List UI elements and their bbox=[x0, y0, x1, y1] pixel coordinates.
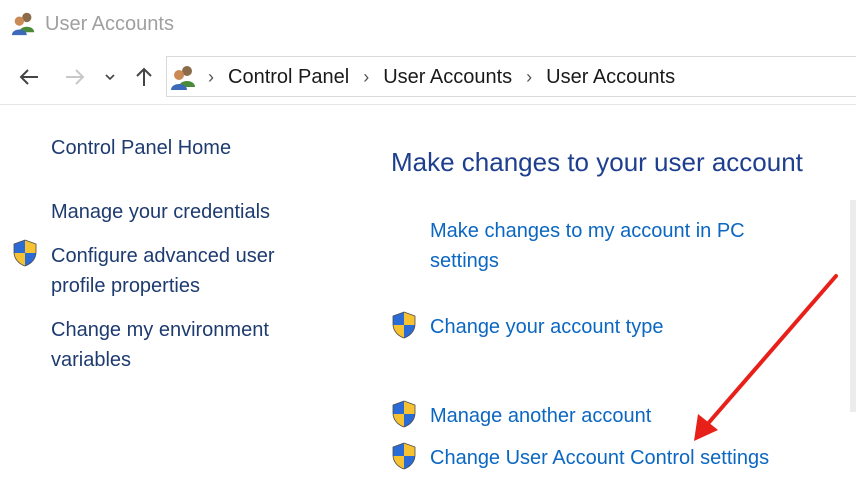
navigation-bar: › Control Panel › User Accounts › User A… bbox=[0, 52, 856, 102]
shield-icon bbox=[391, 442, 417, 470]
user-accounts-icon bbox=[170, 63, 198, 91]
breadcrumb-separator[interactable]: › bbox=[363, 67, 369, 87]
main-content: Make changes to your user account Make c… bbox=[360, 105, 856, 491]
shield-icon bbox=[12, 239, 38, 267]
scrollbar[interactable] bbox=[850, 200, 856, 412]
arrow-up-icon bbox=[136, 67, 152, 86]
title-bar: User Accounts bbox=[0, 0, 856, 50]
breadcrumb-user-accounts[interactable]: User Accounts bbox=[383, 65, 512, 89]
shield-icon bbox=[391, 311, 417, 339]
task-pane: Control Panel Home Manage your credentia… bbox=[0, 105, 360, 491]
uac-settings-link[interactable]: Change User Account Control settings bbox=[430, 443, 850, 473]
control-panel-home-link[interactable]: Control Panel Home bbox=[51, 133, 341, 163]
page-title: Make changes to your user account bbox=[391, 147, 803, 177]
breadcrumb-separator[interactable]: › bbox=[208, 67, 214, 87]
breadcrumb-user-accounts-current[interactable]: User Accounts bbox=[546, 65, 675, 89]
configure-profile-properties-link[interactable]: Configure advanced user profile properti… bbox=[51, 241, 311, 301]
chevron-down-icon bbox=[105, 74, 115, 81]
address-bar[interactable]: › Control Panel › User Accounts › User A… bbox=[166, 56, 856, 97]
user-accounts-window: User Accounts › Control Panel › User Acc… bbox=[0, 0, 856, 491]
back-button[interactable] bbox=[14, 62, 44, 92]
up-button[interactable] bbox=[129, 62, 159, 92]
forward-button[interactable] bbox=[60, 62, 90, 92]
change-account-type-link[interactable]: Change your account type bbox=[430, 312, 790, 342]
arrow-right-icon bbox=[66, 69, 85, 85]
arrow-left-icon bbox=[19, 69, 38, 85]
recent-locations-button[interactable] bbox=[97, 62, 123, 92]
manage-credentials-link[interactable]: Manage your credentials bbox=[51, 197, 341, 227]
window-title: User Accounts bbox=[45, 13, 174, 35]
shield-icon bbox=[391, 400, 417, 428]
manage-another-account-link[interactable]: Manage another account bbox=[430, 401, 790, 431]
pc-settings-link[interactable]: Make changes to my account in PC setting… bbox=[430, 216, 770, 276]
breadcrumb-separator[interactable]: › bbox=[526, 67, 532, 87]
user-accounts-icon bbox=[11, 10, 37, 36]
breadcrumb-control-panel[interactable]: Control Panel bbox=[228, 65, 349, 89]
environment-variables-link[interactable]: Change my environment variables bbox=[51, 315, 311, 375]
